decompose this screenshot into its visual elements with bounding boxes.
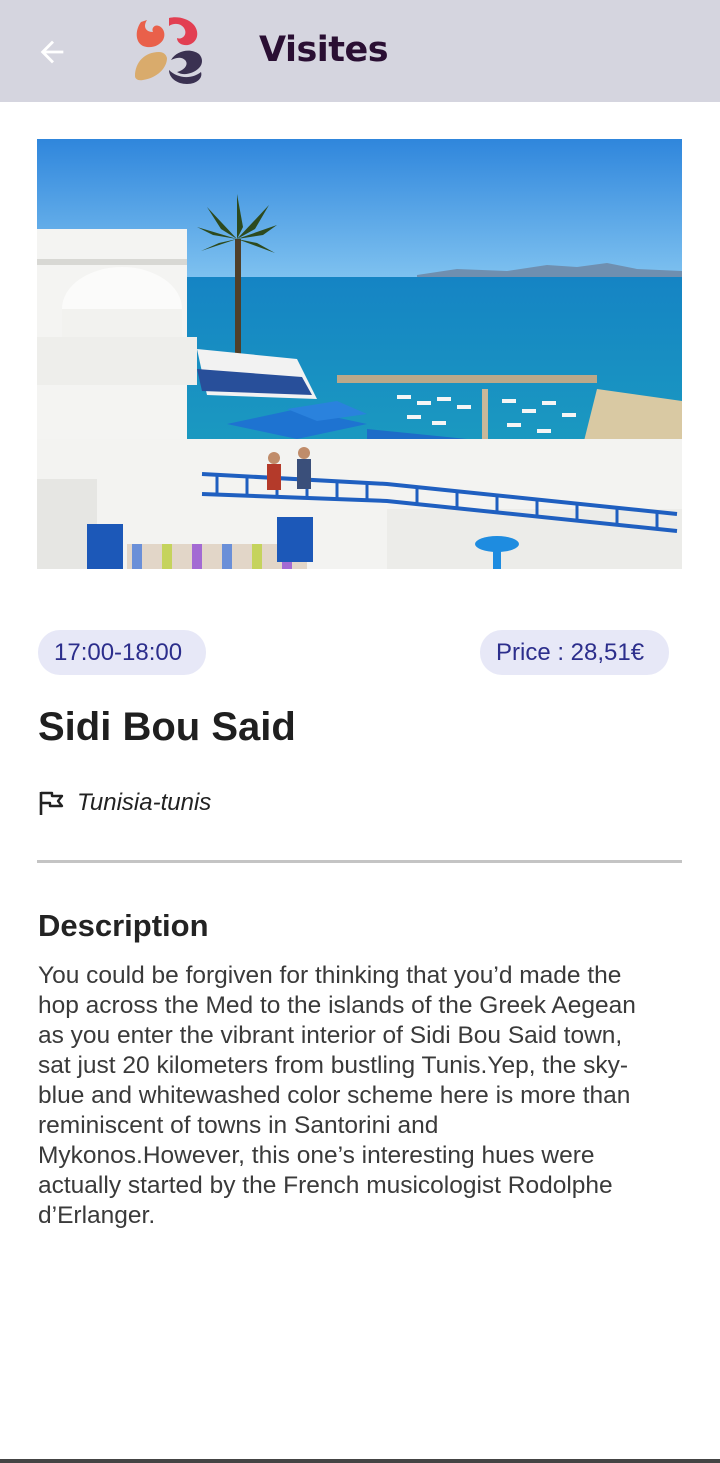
description-line: You could be forgiven for thinking that … (38, 962, 622, 989)
description-line: hop across the Med to the islands of the… (38, 992, 636, 1019)
app-logo (133, 16, 205, 84)
description-line: blue and whitewashed color scheme here i… (38, 1082, 631, 1109)
location-label: Tunisia-tunis (77, 789, 212, 816)
arrow-left-icon (40, 40, 64, 64)
sidi-bou-said-photo (37, 139, 682, 569)
description-heading: Description (38, 908, 209, 943)
price-label: Price : 28,51€ (496, 638, 645, 666)
description-line: Mykonos.However, this one’s interesting … (38, 1142, 595, 1169)
description-line: reminiscent of towns in Santorini and (38, 1112, 439, 1139)
price-chip: Price : 28,51€ (480, 630, 669, 675)
divider (37, 860, 682, 863)
description-text: You could be forgiven for thinking that … (38, 961, 683, 1231)
description-line: d’Erlanger. (38, 1202, 156, 1229)
location-row: Tunisia-tunis (38, 788, 211, 818)
flag-icon (39, 791, 64, 815)
app-bar: Visites (0, 0, 720, 102)
bottom-edge (0, 1459, 720, 1463)
back-button[interactable] (30, 30, 74, 74)
visit-title: Sidi Bou Said (38, 705, 296, 749)
page-title: Visites (259, 30, 389, 70)
time-label: 17:00-18:00 (54, 638, 183, 666)
time-chip: 17:00-18:00 (38, 630, 206, 675)
description-line: actually started by the French musicolog… (38, 1172, 613, 1199)
description-line: sat just 20 kilometers from bustling Tun… (38, 1052, 629, 1079)
description-line: as you enter the vibrant interior of Sid… (38, 1022, 623, 1049)
